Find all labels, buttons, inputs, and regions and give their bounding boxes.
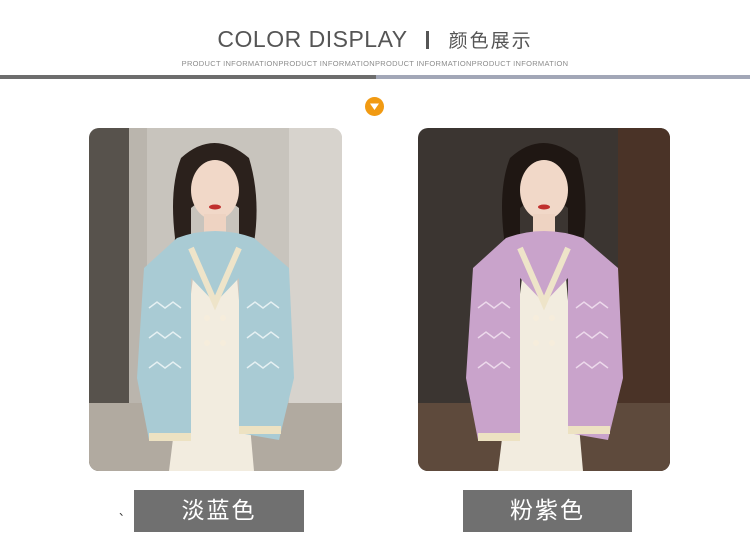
stray-punctuation: 、 [119,505,130,518]
section-title: COLOR DISPLAY 颜色展示 [0,26,750,56]
product-photo-pink-purple [418,128,670,471]
chevron-down-icon [365,97,384,116]
color-label-pink-purple: 粉紫色 [463,490,632,532]
divider-right [376,75,750,79]
title-separator [425,30,429,49]
product-photo-light-blue [89,128,342,471]
divider-left [0,75,376,79]
title-english: COLOR DISPLAY [217,26,408,52]
title-chinese: 颜色展示 [448,30,533,52]
section-subtitle: PRODUCT INFORMATIONPRODUCT INFORMATIONPR… [181,59,569,68]
color-label-light-blue: 淡蓝色 [134,490,304,532]
